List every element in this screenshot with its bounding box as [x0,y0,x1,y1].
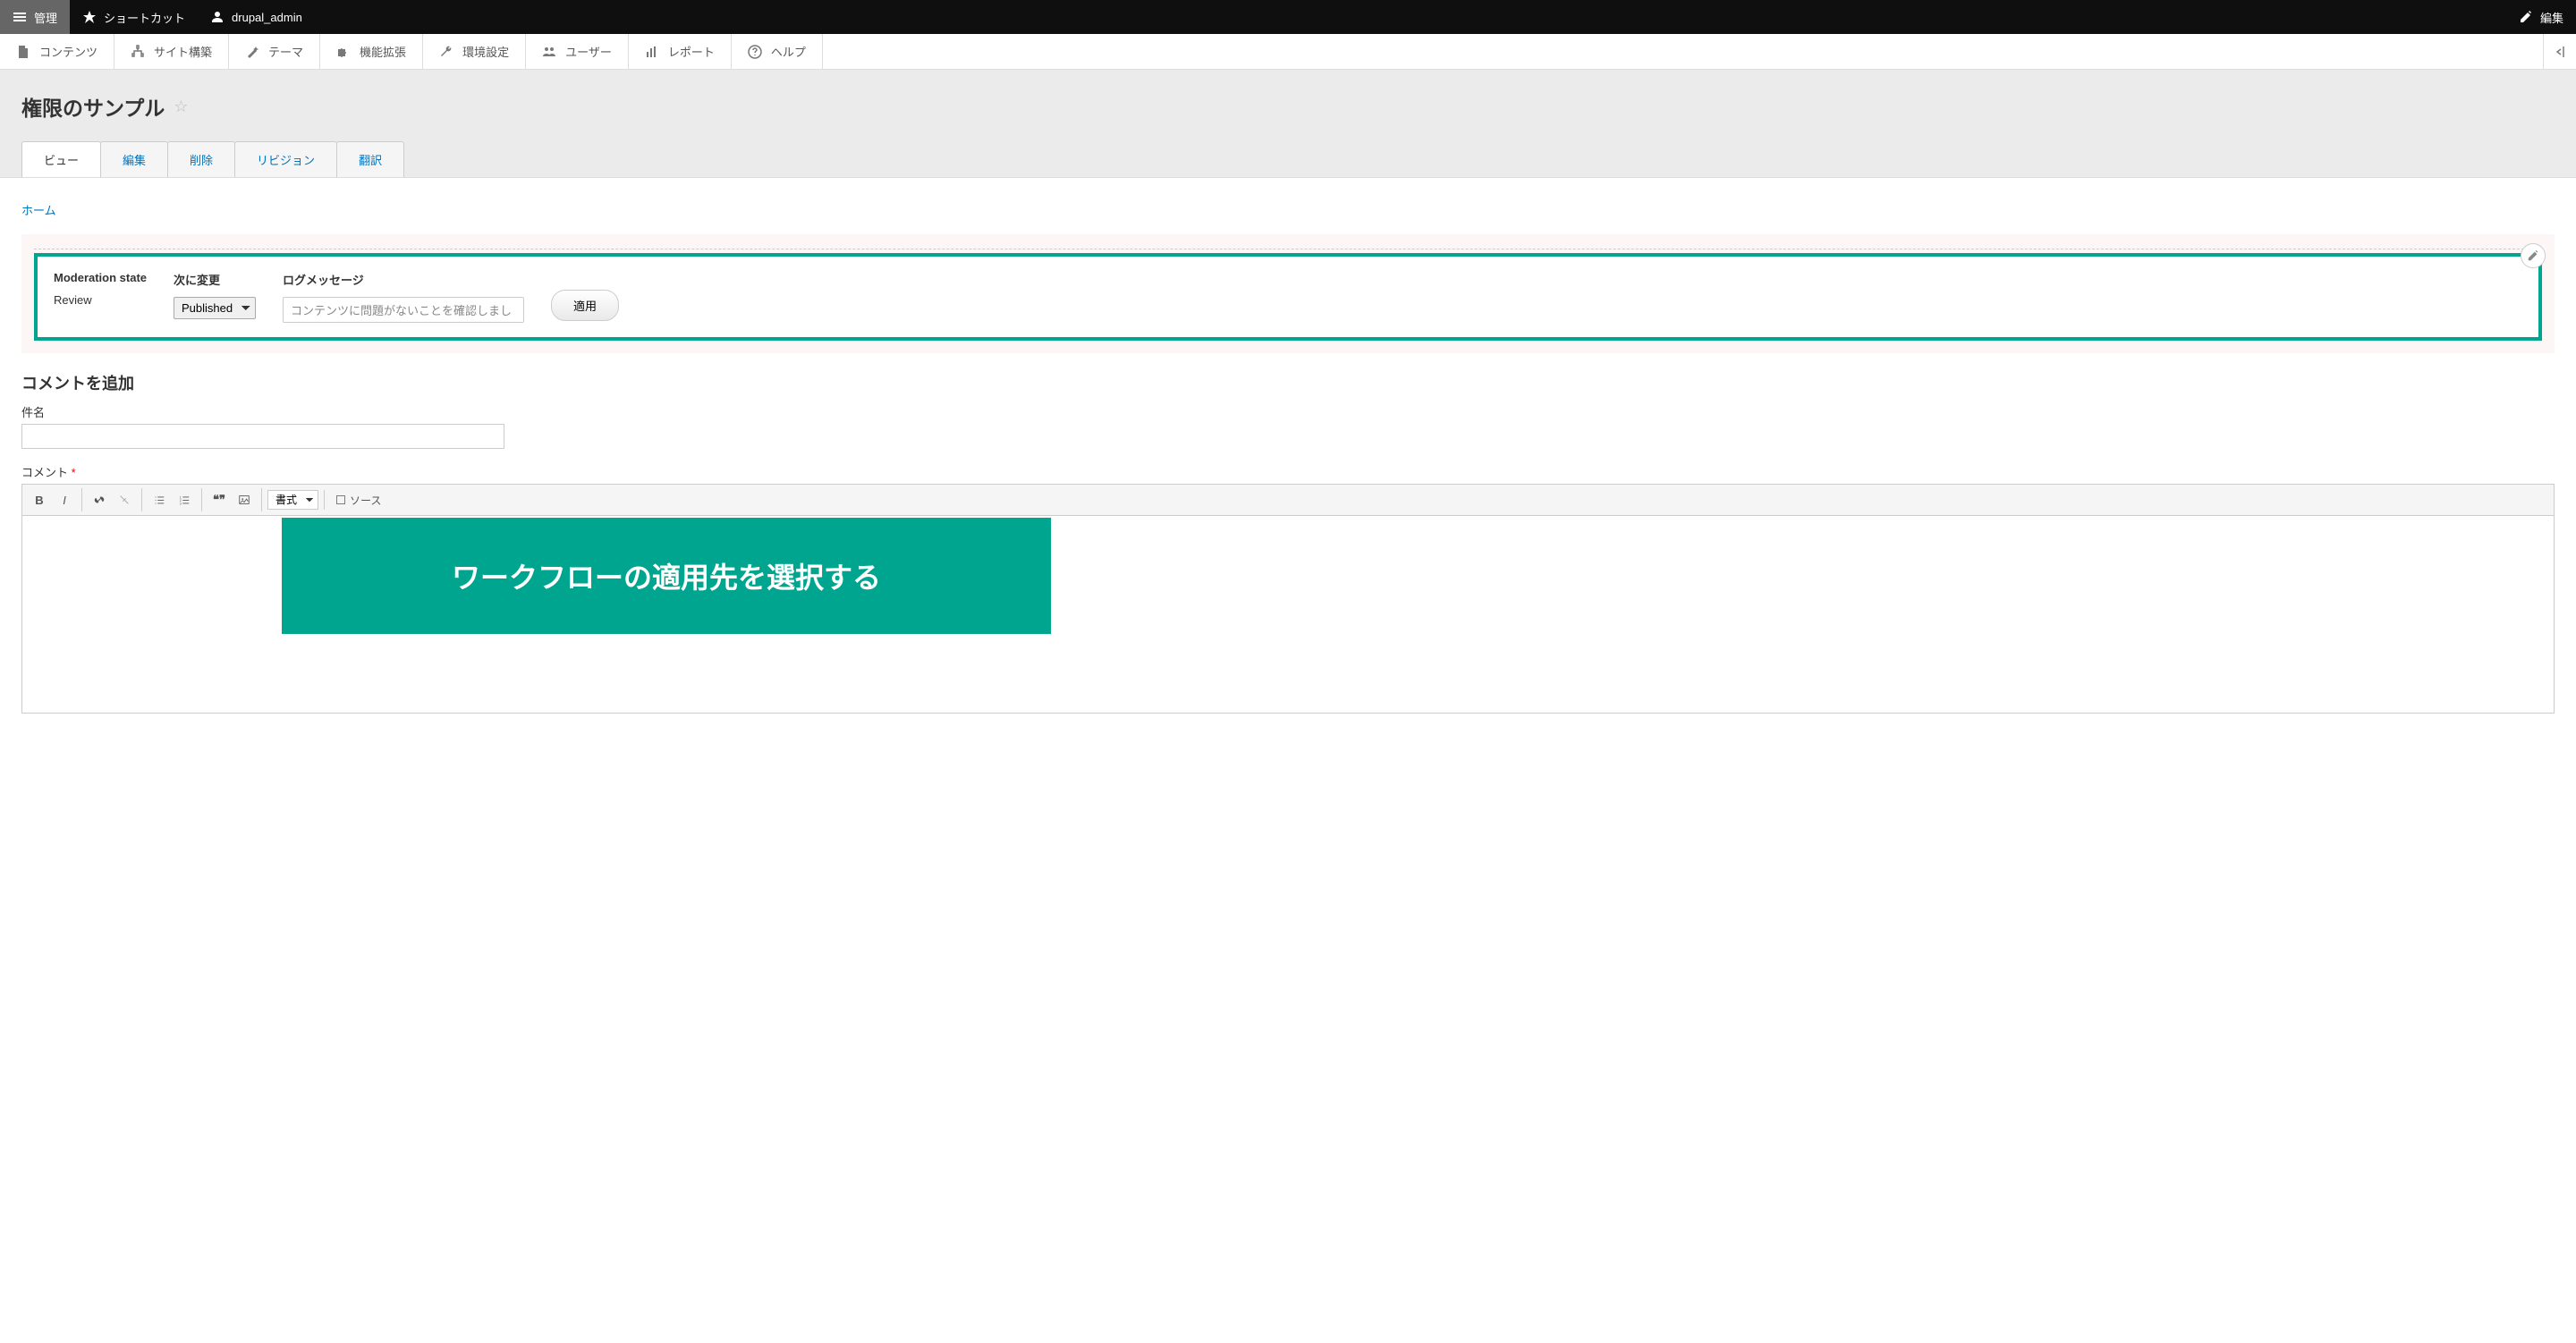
subnav-help-label: ヘルプ [771,43,806,60]
page-title: 権限のサンプル [21,91,165,122]
breadcrumb: ホーム [21,201,2555,218]
editor-unlink-button[interactable] [113,488,136,511]
primary-tabs: ビュー 編集 削除 リビジョン 翻訳 [21,141,2555,177]
subnav-help[interactable]: ヘルプ [732,34,823,69]
moderation-change-label: 次に変更 [174,271,256,288]
admin-subnav: コンテンツ サイト構築 テーマ 機能拡張 環境設定 ユーザー レポート ヘルプ [0,34,2576,70]
unlink-icon [118,494,131,506]
toolbar-manage[interactable]: 管理 [0,0,70,34]
pencil-icon [2519,10,2533,24]
subnav-appearance-label: テーマ [268,43,303,60]
subject-label: 件名 [21,403,2555,420]
chart-icon [645,45,659,59]
editor-ol-button[interactable]: 123 [173,488,196,511]
editor-italic-button[interactable]: I [53,488,76,511]
required-mark: * [72,466,76,479]
wand-icon [245,45,259,59]
file-icon [16,45,30,59]
toolbar-user[interactable]: drupal_admin [198,0,315,34]
image-icon [238,494,250,506]
toolbar-manage-label: 管理 [34,9,57,26]
tab-view[interactable]: ビュー [21,141,101,177]
subnav-config[interactable]: 環境設定 [423,34,526,69]
svg-text:3: 3 [180,502,182,505]
list-ul-icon [153,494,165,506]
subnav-collapse[interactable] [2543,34,2576,69]
editor-blockquote-button[interactable]: ❝❞ [208,488,231,511]
toolbar-edit[interactable]: 編集 [2506,0,2576,34]
tab-revisions[interactable]: リビジョン [234,141,337,177]
subnav-reports-label: レポート [668,43,715,60]
editor-link-button[interactable] [88,488,111,511]
tab-delete[interactable]: 削除 [167,141,235,177]
hierarchy-icon [131,45,145,59]
editor-image-button[interactable] [233,488,256,511]
subnav-extend-label: 機能拡張 [360,43,406,60]
subnav-reports[interactable]: レポート [629,34,732,69]
subnav-extend[interactable]: 機能拡張 [320,34,423,69]
editor-source-button[interactable]: ソース [330,493,386,508]
subnav-config-label: 環境設定 [462,43,509,60]
quick-edit-button[interactable] [2521,243,2546,268]
user-icon [210,10,225,24]
toolbar-shortcuts-label: ショートカット [104,9,185,26]
editor-content-area[interactable]: ワークフローの適用先を選択する [22,516,2554,713]
subnav-structure[interactable]: サイト構築 [114,34,229,69]
wrench-icon [439,45,453,59]
hamburger-icon [13,10,27,24]
admin-toolbar: 管理 ショートカット drupal_admin 編集 [0,0,2576,34]
subnav-appearance[interactable]: テーマ [229,34,320,69]
editor-format-select[interactable]: 書式 [267,490,318,510]
subnav-content[interactable]: コンテンツ [0,34,114,69]
star-icon [82,10,97,24]
source-icon [335,494,346,505]
subnav-content-label: コンテンツ [39,43,97,60]
moderation-log-label: ログメッセージ [283,271,524,288]
annotation-banner: ワークフローの適用先を選択する [282,518,1051,634]
subnav-structure-label: サイト構築 [154,43,212,60]
favorite-toggle[interactable]: ☆ [174,97,188,116]
subnav-people[interactable]: ユーザー [526,34,629,69]
subject-input[interactable] [21,424,504,449]
editor-toolbar: B I 123 [22,485,2554,516]
tab-translate[interactable]: 翻訳 [336,141,404,177]
breadcrumb-home[interactable]: ホーム [21,204,56,217]
editor-bold-button[interactable]: B [28,488,51,511]
comment-heading: コメントを追加 [21,371,2555,394]
link-icon [93,494,106,506]
moderation-log-input[interactable] [283,297,524,323]
collapse-icon [2553,45,2567,59]
editor-ul-button[interactable] [148,488,171,511]
pencil-icon [2527,249,2539,262]
toolbar-edit-label: 編集 [2540,9,2563,26]
comment-body-label: コメント * [21,463,2555,480]
help-icon [748,45,762,59]
moderation-state-label: Moderation state [54,271,147,284]
rich-text-editor: B I 123 [21,484,2555,714]
tab-edit[interactable]: 編集 [100,141,168,177]
moderation-panel: Moderation state Review 次に変更 Published ロ… [21,234,2555,353]
moderation-form: Moderation state Review 次に変更 Published ロ… [34,253,2542,341]
list-ol-icon: 123 [178,494,191,506]
moderation-state-select[interactable]: Published [174,297,256,319]
page-header: 権限のサンプル ☆ ビュー 編集 削除 リビジョン 翻訳 [0,70,2576,178]
people-icon [542,45,556,59]
moderation-state-value: Review [54,293,147,307]
subnav-people-label: ユーザー [565,43,612,60]
puzzle-icon [336,45,351,59]
toolbar-shortcuts[interactable]: ショートカット [70,0,198,34]
apply-button[interactable]: 適用 [551,290,619,321]
toolbar-user-label: drupal_admin [232,11,302,24]
